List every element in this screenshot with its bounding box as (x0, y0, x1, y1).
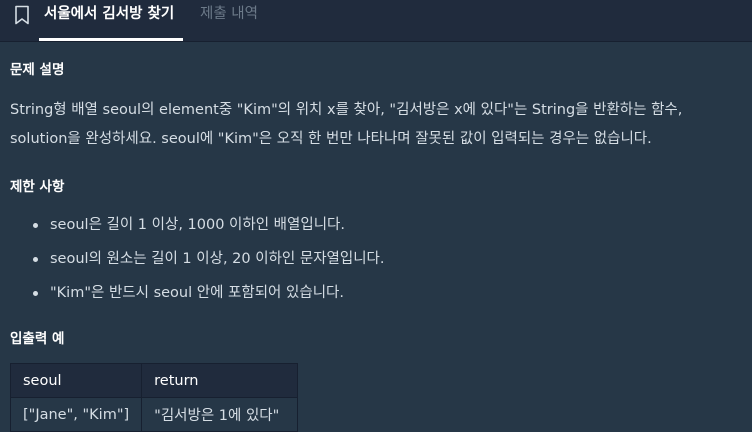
bookmark-icon[interactable] (14, 5, 30, 25)
constraints-heading: 제한 사항 (10, 179, 65, 195)
tab-submissions[interactable]: 제출 내역 (200, 4, 258, 24)
column-header-return: return (141, 363, 299, 398)
cell-seoul: ["Jane", "Kim"] (9, 397, 143, 432)
active-tab-indicator (39, 38, 183, 41)
description-line-2: solution을 완성하세요. seoul에 "Kim"은 오직 한 번만 나… (10, 131, 652, 147)
examples-heading: 입출력 예 (10, 331, 65, 347)
tab-problem[interactable]: 서울에서 김서방 찾기 (44, 4, 174, 24)
table-header-row: seoul return (9, 363, 299, 398)
problem-description-heading: 문제 설명 (10, 62, 65, 78)
constraint-item: seoul의 원소는 길이 1 이상, 20 이하인 문자열입니다. (10, 244, 385, 278)
constraint-item: "Kim"은 반드시 seoul 안에 포함되어 있습니다. (10, 278, 385, 312)
problem-description: String형 배열 seoul의 element중 "Kim"의 위치 x를 … (10, 96, 745, 154)
description-line-1: String형 배열 seoul의 element중 "Kim"의 위치 x를 … (10, 102, 683, 118)
column-header-seoul: seoul (9, 363, 143, 398)
examples-table: seoul return ["Jane", "Kim"] "김서방은 1에 있다… (9, 363, 299, 432)
constraints-list: seoul은 길이 1 이상, 1000 이하인 배열입니다. seoul의 원… (10, 210, 385, 312)
constraint-item: seoul은 길이 1 이상, 1000 이하인 배열입니다. (10, 210, 385, 244)
cell-return: "김서방은 1에 있다" (141, 397, 299, 432)
table-row: ["Jane", "Kim"] "김서방은 1에 있다" (9, 397, 299, 432)
tab-bar: 서울에서 김서방 찾기 제출 내역 (0, 0, 752, 42)
